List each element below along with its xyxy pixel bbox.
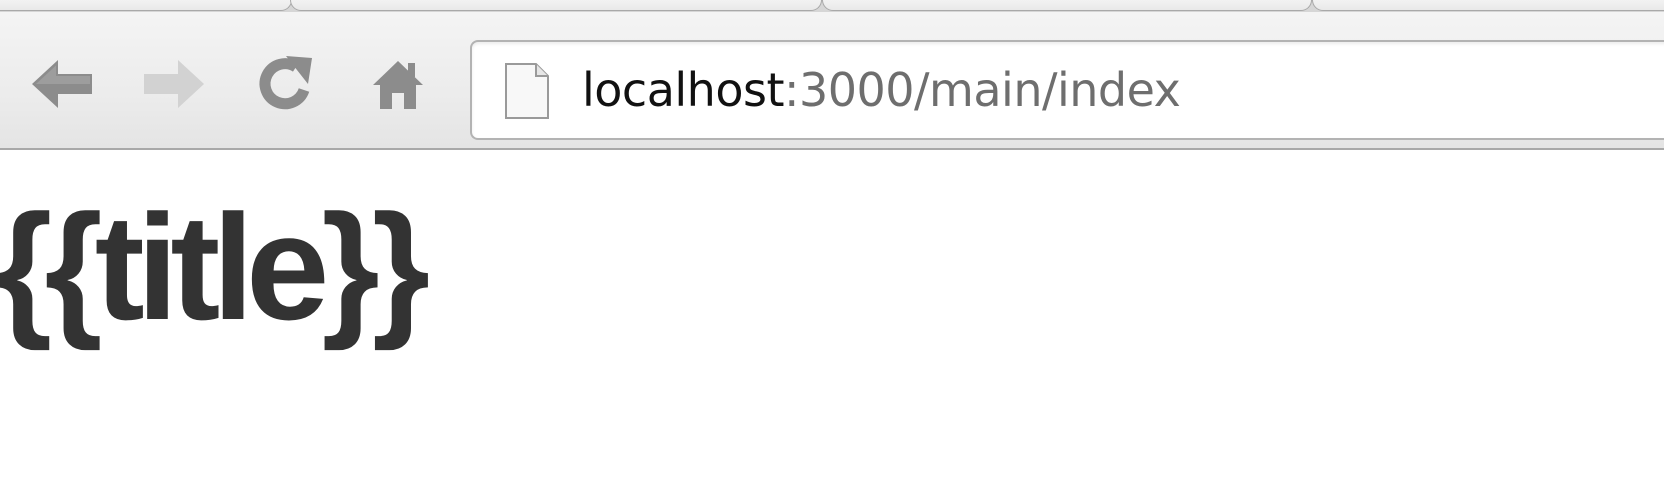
page-title: {{title}} <box>0 183 430 351</box>
address-bar[interactable]: localhost:3000/main/index <box>470 40 1664 140</box>
url-path: :3000/main/index <box>783 63 1181 117</box>
tab[interactable] <box>0 0 292 11</box>
tab[interactable] <box>1312 0 1664 11</box>
page-content: {{title}} <box>0 152 1664 489</box>
tab-strip <box>0 0 1664 12</box>
home-button[interactable] <box>362 48 434 120</box>
browser-window: localhost:3000/main/index {{title}} <box>0 0 1664 489</box>
browser-toolbar: localhost:3000/main/index <box>0 12 1664 150</box>
tab[interactable] <box>290 0 822 11</box>
back-button[interactable] <box>27 48 99 120</box>
home-icon <box>373 61 423 109</box>
page-icon <box>505 63 549 119</box>
url-text[interactable]: localhost:3000/main/index <box>582 42 1181 138</box>
tab[interactable] <box>822 0 1312 11</box>
forward-arrow-icon <box>144 60 204 108</box>
url-host: localhost <box>582 63 784 117</box>
back-arrow-icon <box>32 60 92 108</box>
reload-button[interactable] <box>250 48 322 120</box>
reload-icon <box>259 56 312 110</box>
forward-button[interactable] <box>137 48 209 120</box>
